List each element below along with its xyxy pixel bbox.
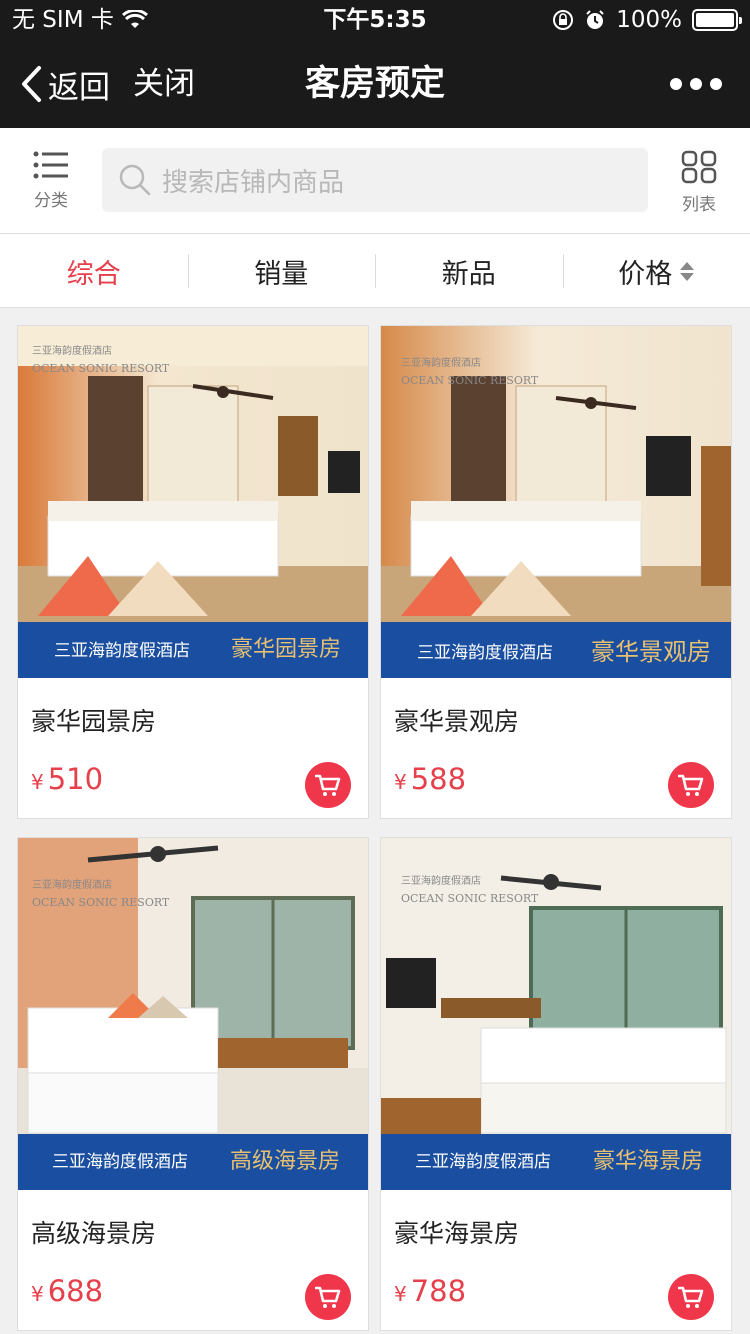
brand-cn-small: 三亚海韵度假酒店 [32, 344, 112, 357]
category-button[interactable]: 分类 [18, 150, 84, 211]
more-dot [710, 78, 722, 90]
search-icon [119, 164, 151, 196]
brand-en-small: OCEAN SONIC RESORT [401, 892, 539, 905]
brand-cn-small: 三亚海韵度假酒店 [401, 356, 481, 369]
product-image[interactable]: 三亚海韵度假酒店 OCEAN SONIC RESORT 三亚海韵度假酒店 豪华园… [18, 326, 368, 678]
product-image[interactable]: 三亚海韵度假酒店 OCEAN SONIC RESORT 三亚海韵度假酒店 豪华海… [381, 838, 731, 1190]
currency-symbol: ¥ [394, 770, 407, 794]
banner-hotel-name: 三亚海韵度假酒店 [417, 643, 553, 663]
brand-en-small: OCEAN SONIC RESORT [32, 362, 170, 375]
chevron-left-icon [22, 66, 41, 102]
search-input[interactable]: 搜索店铺内商品 [102, 148, 648, 212]
product-name[interactable]: 豪华园景房 [31, 702, 156, 738]
price-value: 510 [47, 762, 104, 796]
search-header: 分类 搜索店铺内商品 列表 [0, 128, 750, 234]
brand-en-small: OCEAN SONIC RESORT [401, 374, 539, 387]
product-name[interactable]: 高级海景房 [31, 1214, 156, 1250]
room-photo: 三亚海韵度假酒店 OCEAN SONIC RESORT 三亚海韵度假酒店 豪华园… [18, 326, 368, 678]
more-dot [670, 78, 682, 90]
room-photo: 三亚海韵度假酒店 OCEAN SONIC RESORT 三亚海韵度假酒店 高级海… [18, 838, 368, 1190]
product-image[interactable]: 三亚海韵度假酒店 OCEAN SONIC RESORT 三亚海韵度假酒店 豪华景… [381, 326, 731, 678]
product-price: ¥788 [394, 1274, 466, 1308]
banner-room-title: 豪华景观房 [591, 638, 711, 666]
category-label: 分类 [34, 191, 68, 211]
product-card[interactable]: 三亚海韵度假酒店 OCEAN SONIC RESORT 三亚海韵度假酒店 豪华景… [380, 325, 732, 819]
sort-label: 价格 [618, 258, 673, 290]
product-card[interactable]: 三亚海韵度假酒店 OCEAN SONIC RESORT 三亚海韵度假酒店 高级海… [17, 837, 369, 1331]
product-name[interactable]: 豪华海景房 [394, 1214, 519, 1250]
back-label: 返回 [48, 69, 110, 106]
battery-level [696, 13, 734, 27]
brand-en-small: OCEAN SONIC RESORT [32, 896, 170, 909]
navigation-bar: 返回 关闭 客房预定 [0, 40, 750, 128]
arrow-up-icon [680, 261, 695, 270]
cart-icon [315, 774, 341, 796]
add-to-cart-button[interactable] [668, 1274, 714, 1320]
sort-label: 新品 [441, 258, 496, 290]
product-image[interactable]: 三亚海韵度假酒店 OCEAN SONIC RESORT 三亚海韵度假酒店 高级海… [18, 838, 368, 1190]
arrow-down-icon [680, 272, 695, 281]
search-placeholder: 搜索店铺内商品 [162, 167, 345, 198]
currency-symbol: ¥ [31, 770, 44, 794]
brand-cn-small: 三亚海韵度假酒店 [32, 878, 112, 891]
sort-label: 综合 [66, 258, 121, 290]
more-button[interactable] [670, 40, 722, 128]
orientation-lock-icon [553, 10, 574, 30]
status-left: 无 SIM 卡 [12, 0, 148, 40]
cart-icon [678, 774, 704, 796]
product-name[interactable]: 豪华景观房 [394, 702, 519, 738]
room-photo: 三亚海韵度假酒店 OCEAN SONIC RESORT 三亚海韵度假酒店 豪华景… [381, 326, 731, 678]
add-to-cart-button[interactable] [305, 762, 351, 808]
list-menu-icon [33, 151, 68, 179]
status-bar: 无 SIM 卡 下午5:35 100% [0, 0, 750, 40]
product-card[interactable]: 三亚海韵度假酒店 OCEAN SONIC RESORT 三亚海韵度假酒店 豪华园… [17, 325, 369, 819]
banner-room-title: 豪华园景房 [231, 637, 341, 662]
sort-comprehensive[interactable]: 综合 [0, 234, 188, 308]
page-title: 客房预定 [304, 64, 445, 104]
back-button[interactable]: 返回 [20, 40, 110, 128]
cart-icon [315, 1286, 341, 1308]
price-value: 588 [410, 762, 467, 796]
sort-sales[interactable]: 销量 [187, 234, 376, 308]
more-dot [690, 78, 702, 90]
banner-hotel-name: 三亚海韵度假酒店 [52, 1152, 188, 1172]
alarm-icon [586, 10, 604, 29]
carrier-label: 无 SIM 卡 [12, 7, 114, 33]
sort-label: 销量 [254, 258, 309, 290]
close-button[interactable]: 关闭 [133, 40, 195, 128]
banner-room-title: 高级海景房 [230, 1149, 340, 1174]
product-price: ¥588 [394, 762, 466, 796]
banner-room-title: 豪华海景房 [593, 1149, 703, 1174]
cart-icon [678, 1286, 704, 1308]
currency-symbol: ¥ [31, 1282, 44, 1306]
brand-cn-small: 三亚海韵度假酒店 [401, 874, 481, 887]
currency-symbol: ¥ [394, 1282, 407, 1306]
list-view-button[interactable]: 列表 [666, 150, 732, 215]
banner-hotel-name: 三亚海韵度假酒店 [54, 641, 190, 661]
add-to-cart-button[interactable] [305, 1274, 351, 1320]
product-card[interactable]: 三亚海韵度假酒店 OCEAN SONIC RESORT 三亚海韵度假酒店 豪华海… [380, 837, 732, 1331]
price-value: 788 [410, 1274, 467, 1308]
grid-view-icon [681, 150, 717, 184]
product-price: ¥688 [31, 1274, 103, 1308]
status-right: 100% [552, 0, 742, 40]
wifi-icon [121, 10, 148, 28]
product-price: ¥510 [31, 762, 103, 796]
battery-icon [692, 9, 742, 31]
battery-percent: 100% [616, 7, 682, 33]
sort-bar: 综合 销量 新品 价格 [0, 234, 750, 308]
list-label: 列表 [682, 195, 716, 215]
room-photo: 三亚海韵度假酒店 OCEAN SONIC RESORT 三亚海韵度假酒店 豪华海… [381, 838, 731, 1190]
sort-price[interactable]: 价格 [562, 234, 750, 308]
price-value: 688 [47, 1274, 104, 1308]
banner-hotel-name: 三亚海韵度假酒店 [415, 1152, 551, 1172]
sort-arrows-icon [680, 261, 695, 281]
sort-new[interactable]: 新品 [375, 234, 563, 308]
add-to-cart-button[interactable] [668, 762, 714, 808]
